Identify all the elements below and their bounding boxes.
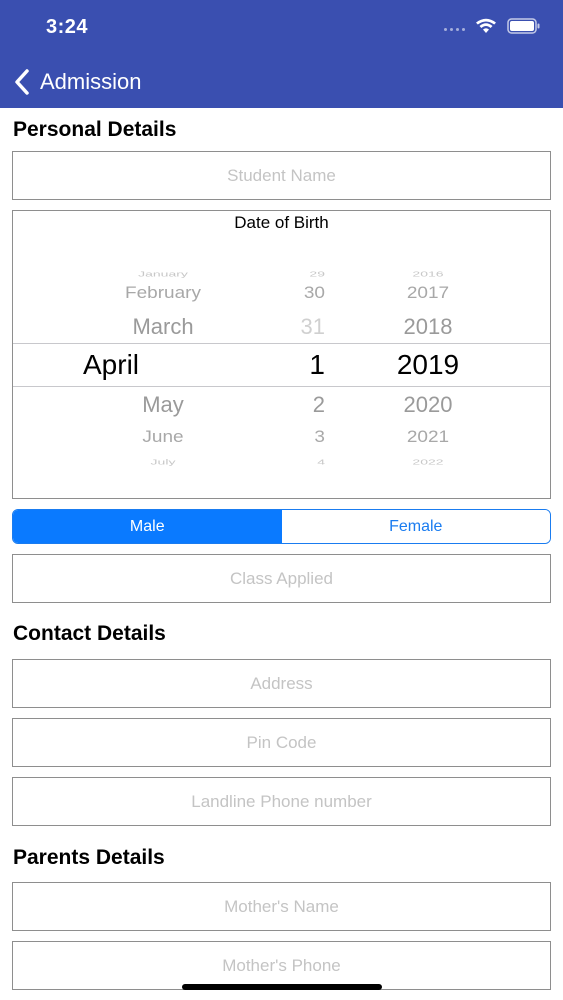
class-applied-input[interactable] — [13, 555, 550, 602]
picker-day[interactable]: 31 — [263, 310, 363, 344]
parents-details-heading: Parents Details — [13, 846, 165, 869]
mother-phone-input[interactable] — [13, 942, 550, 989]
picker-year[interactable]: 2020 — [373, 388, 483, 422]
personal-details-heading: Personal Details — [13, 118, 177, 141]
picker-day[interactable]: 3 — [263, 424, 363, 453]
picker-month[interactable]: June — [83, 424, 243, 453]
navigation-bar: 3:24 Admission — [0, 0, 563, 108]
picker-row[interactable]: May 2 2020 — [13, 388, 550, 422]
picker-month[interactable]: April — [83, 348, 243, 382]
picker-year[interactable]: 2018 — [373, 310, 483, 344]
status-time: 3:24 — [46, 16, 89, 38]
mother-name-field[interactable] — [12, 882, 551, 931]
picker-month[interactable]: February — [83, 280, 243, 309]
back-label: Admission — [40, 69, 142, 94]
picker-selected-row[interactable]: April 1 2019 — [13, 348, 550, 382]
mother-name-input[interactable] — [13, 883, 550, 930]
cellular-signal-icon — [444, 27, 465, 31]
address-input[interactable] — [13, 660, 550, 707]
mother-phone-field[interactable] — [12, 941, 551, 990]
landline-phone-input[interactable] — [13, 778, 550, 825]
picker-row[interactable]: February 30 2017 — [13, 280, 550, 309]
wifi-icon — [476, 18, 496, 33]
gender-male-option[interactable]: Male — [13, 510, 282, 543]
battery-icon — [507, 18, 540, 34]
chevron-left-icon — [15, 69, 29, 95]
gender-segmented-control[interactable]: Male Female — [12, 509, 551, 544]
picker-day[interactable]: 2 — [263, 388, 363, 422]
address-field[interactable] — [12, 659, 551, 708]
picker-day[interactable]: 4 — [263, 453, 363, 472]
pin-code-field[interactable] — [12, 718, 551, 767]
contact-details-heading: Contact Details — [13, 622, 166, 645]
back-button[interactable]: Admission — [12, 62, 141, 102]
gender-female-option[interactable]: Female — [281, 510, 550, 543]
picker-row[interactable]: March 31 2018 — [13, 310, 550, 344]
picker-day[interactable]: 1 — [263, 348, 363, 382]
student-name-input[interactable] — [13, 152, 550, 199]
pin-code-input[interactable] — [13, 719, 550, 766]
status-indicators — [444, 18, 541, 34]
picker-month[interactable]: July — [83, 453, 243, 472]
picker-year[interactable]: 2017 — [373, 280, 483, 309]
picker-day[interactable]: 30 — [263, 280, 363, 309]
picker-year[interactable]: 2021 — [373, 424, 483, 453]
picker-year[interactable]: 2022 — [373, 453, 483, 472]
picker-month[interactable]: March — [83, 310, 243, 344]
picker-row[interactable]: July 4 2022 — [13, 453, 550, 472]
picker-month[interactable]: May — [83, 388, 243, 422]
date-of-birth-picker[interactable]: Date of Birth January 29 2016 February 30 201… — [12, 210, 551, 499]
class-applied-field[interactable] — [12, 554, 551, 603]
home-indicator — [182, 984, 382, 990]
landline-phone-field[interactable] — [12, 777, 551, 826]
student-name-field[interactable] — [12, 151, 551, 200]
picker-wheels[interactable]: January 29 2016 February 30 2017 March 31 2018 Ap… — [13, 211, 550, 498]
picker-row[interactable]: June 3 2021 — [13, 424, 550, 453]
picker-year[interactable]: 2019 — [373, 348, 483, 382]
